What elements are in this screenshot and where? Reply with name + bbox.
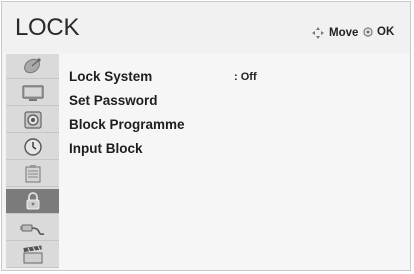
- ok-button-icon: [363, 27, 373, 37]
- satellite-dish-icon: [23, 58, 41, 74]
- sidebar-item-audio[interactable]: [6, 108, 59, 133]
- header-bar: LOCK Move OK: [2, 2, 410, 52]
- sidebar-item-input[interactable]: [6, 216, 59, 241]
- lock-system-value: : Off: [234, 71, 257, 83]
- sidebar-item-channel[interactable]: [6, 54, 59, 79]
- menu-item-set-password[interactable]: Set Password: [69, 89, 158, 111]
- menu-item-label: Input Block: [69, 140, 143, 156]
- sidebar-item-lock[interactable]: [6, 189, 59, 214]
- menu-item-label: Block Programme: [69, 116, 185, 132]
- clapperboard-icon: [22, 245, 42, 264]
- menu-item-label: Lock System: [69, 68, 153, 84]
- tv-screen-icon: [21, 85, 44, 101]
- menu-item-block-programme[interactable]: Block Programme: [69, 113, 185, 135]
- menu-item-label: Set Password: [69, 92, 158, 108]
- page-title: LOCK: [15, 14, 80, 41]
- menu-item-input-block[interactable]: Input Block: [69, 137, 143, 159]
- osd-window: LOCK Move OK Lock System: Off Set Passw…: [1, 1, 411, 271]
- move-hint: Move: [311, 26, 358, 40]
- lock-icon: [26, 192, 39, 210]
- speaker-icon: [23, 111, 42, 129]
- menu-item-lock-system[interactable]: Lock System: [69, 65, 152, 87]
- directional-pad-icon: [312, 27, 324, 39]
- clock-icon: [23, 138, 42, 156]
- input-cable-icon: [19, 224, 44, 236]
- category-sidebar: [6, 54, 59, 268]
- ok-hint: OK: [363, 26, 394, 38]
- ok-hint-label: OK: [377, 26, 395, 38]
- sidebar-item-time[interactable]: [6, 135, 59, 160]
- settings-options-icon: [25, 165, 40, 183]
- sidebar-item-option[interactable]: [6, 162, 59, 187]
- sidebar-item-media[interactable]: [6, 243, 59, 268]
- sidebar-item-picture[interactable]: [6, 81, 59, 106]
- move-hint-label: Move: [329, 27, 359, 39]
